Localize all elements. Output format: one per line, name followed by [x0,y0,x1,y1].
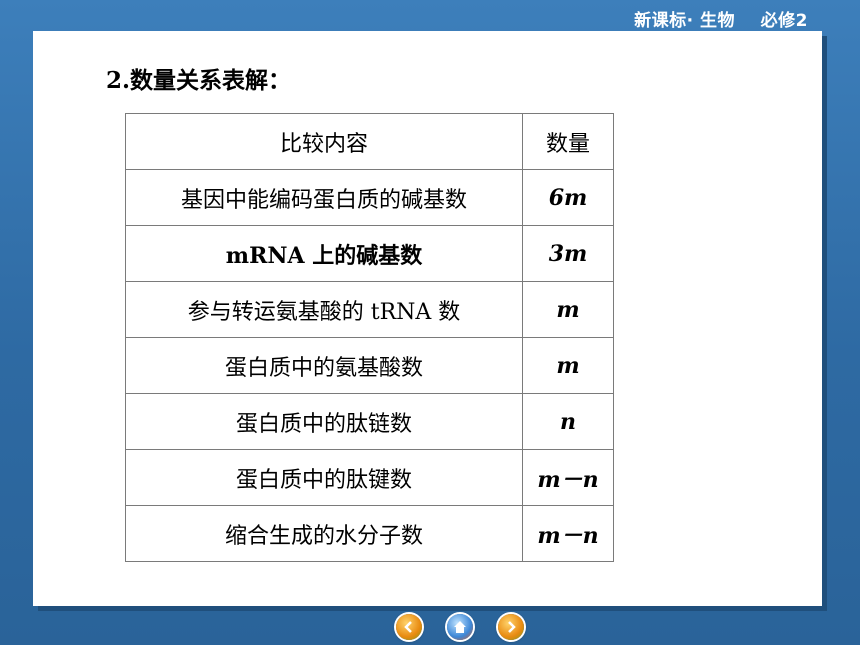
row-item: 蛋白质中的肽键数 [125,449,523,506]
table-row: 参与转运氨基酸的 tRNA 数 m [125,281,614,338]
header-compare-content: 比较内容 [125,113,523,170]
quantity-table: 比较内容 数量 基因中能编码蛋白质的碱基数 6m mRNA 上的碱基数 3m 参… [125,113,614,562]
home-icon[interactable] [447,614,473,640]
table-row: 蛋白质中的肽链数 n [125,393,614,450]
header-quantity: 数量 [522,113,614,170]
course-brand: 新课标· 生物 必修2 [634,11,808,31]
table-header-row: 比较内容 数量 [125,113,614,170]
row-item: mRNA 上的碱基数 [125,225,523,282]
back-arrow-icon[interactable] [396,614,422,640]
table-row: 缩合生成的水分子数 m－n [125,505,614,562]
row-quantity: 6m [522,169,614,226]
row-item: 缩合生成的水分子数 [125,505,523,562]
forward-arrow-glyph [508,621,516,633]
row-quantity: n [522,393,614,450]
row-item: 蛋白质中的肽链数 [125,393,523,450]
table-row: 蛋白质中的氨基酸数 m [125,337,614,394]
row-item: 蛋白质中的氨基酸数 [125,337,523,394]
row-quantity: m [522,337,614,394]
home-glyph [454,621,466,633]
row-quantity: m－n [522,449,614,506]
slide-content: 2.数量关系表解： 比较内容 数量 基因中能编码蛋白质的碱基数 6m mRNA … [33,31,822,606]
row-item: 参与转运氨基酸的 tRNA 数 [125,281,523,338]
row-quantity: m [522,281,614,338]
back-arrow-glyph [404,621,412,633]
section-heading: 2.数量关系表解： [106,67,292,94]
table-row: 蛋白质中的肽键数 m－n [125,449,614,506]
forward-arrow-icon[interactable] [498,614,524,640]
row-quantity: 3m [522,225,614,282]
row-quantity: m－n [522,505,614,562]
row-item: 基因中能编码蛋白质的碱基数 [125,169,523,226]
table-row: mRNA 上的碱基数 3m [125,225,614,282]
table-row: 基因中能编码蛋白质的碱基数 6m [125,169,614,226]
